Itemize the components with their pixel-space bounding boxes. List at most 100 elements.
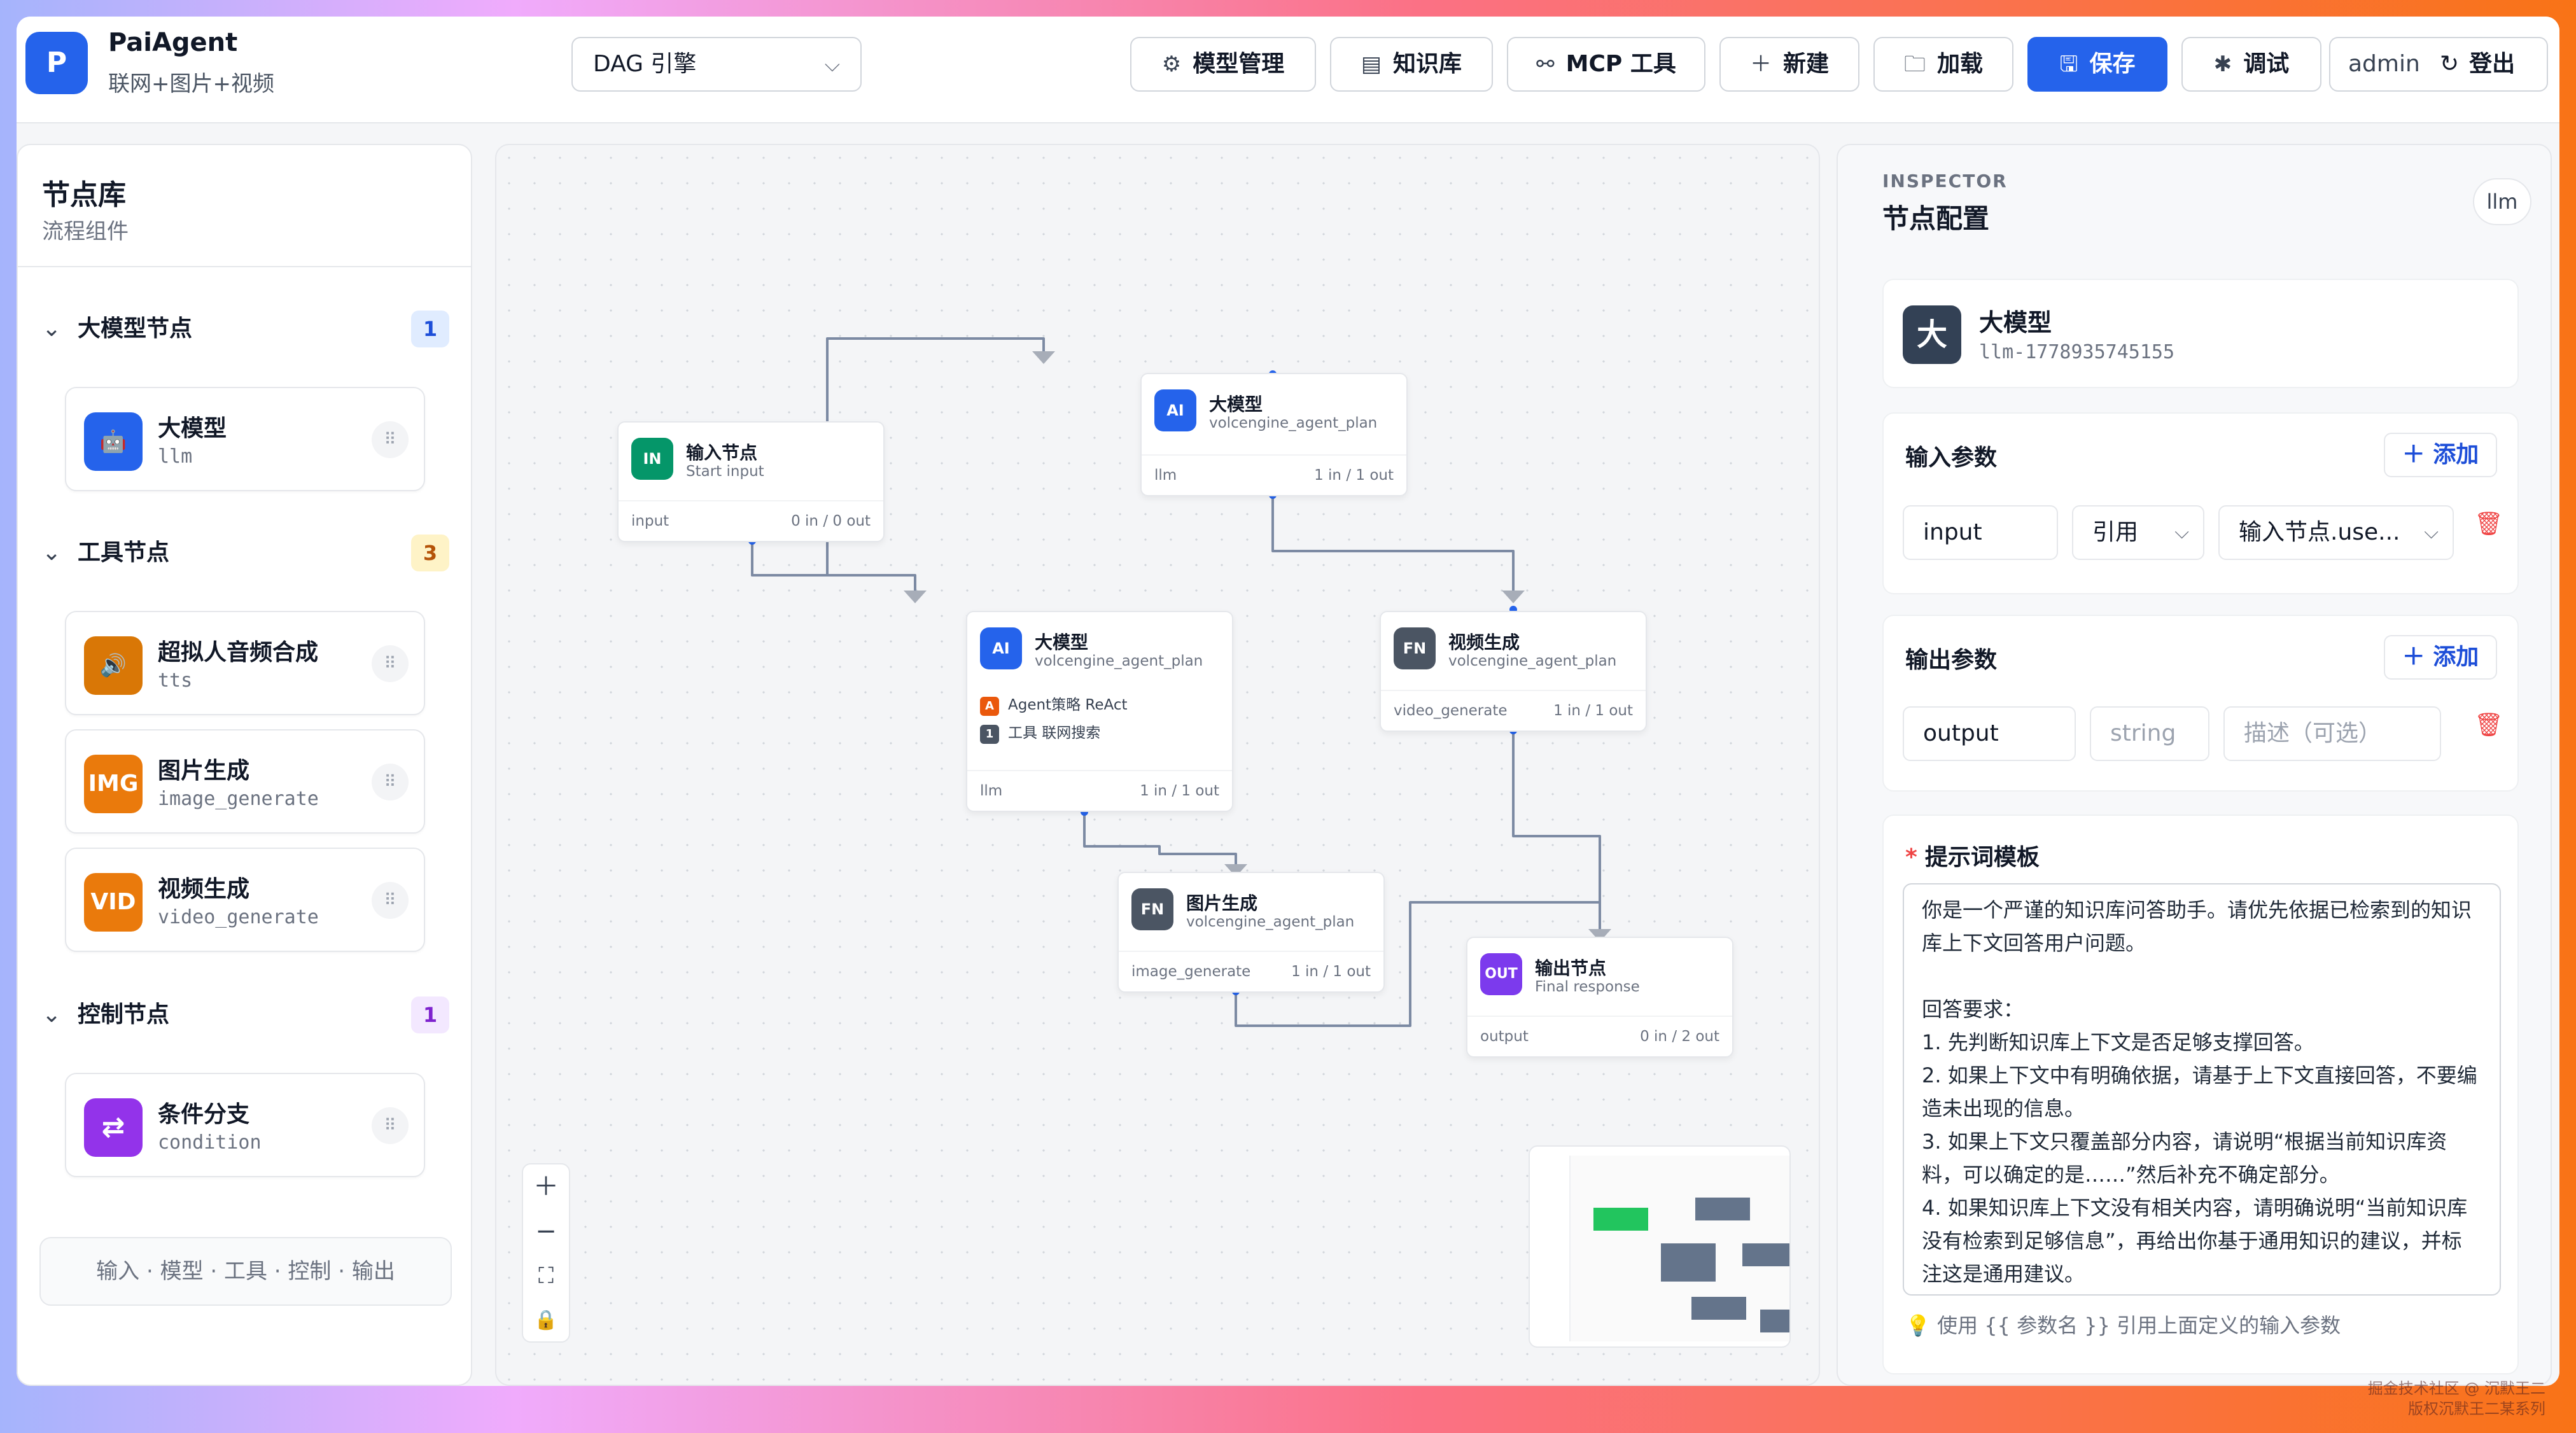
node-subtitle: volcengine_agent_plan	[1448, 653, 1617, 669]
node-output[interactable]: OUT 输出节点 Final response output 0 in / 2 …	[1466, 937, 1733, 1058]
node-name: 大模型	[1979, 309, 2052, 337]
item-type: condition	[158, 1131, 262, 1154]
node-llm-1[interactable]: AI 大模型 volcengine_agent_plan llm 1 in / …	[1140, 373, 1408, 496]
node-subtitle: volcengine_agent_plan	[1035, 653, 1203, 669]
robot-icon: 🤖	[84, 412, 143, 471]
add-input-button[interactable]: ＋ 添加	[2384, 433, 2497, 477]
delete-input-icon[interactable]: 🗑	[2474, 510, 2503, 537]
drag-handle-icon[interactable]: ⠿	[372, 1107, 409, 1144]
speaker-icon: 🔊	[84, 636, 143, 695]
video-icon: VID	[84, 873, 143, 932]
minimap[interactable]	[1529, 1145, 1791, 1348]
drag-handle-icon[interactable]: ⠿	[372, 764, 409, 800]
app-subtitle: 联网+图片+视频	[108, 71, 274, 97]
logout-label: 登出	[2469, 51, 2516, 77]
node-io: 1 in / 1 out	[1553, 703, 1633, 719]
zoom-in-icon[interactable]: ＋	[523, 1164, 569, 1209]
watermark-line-2: 版权沉默王二某系列	[2408, 1400, 2545, 1418]
library-item-image[interactable]: IMG 图片生成 image_generate ⠿	[65, 729, 425, 834]
mcp-tools-label: MCP 工具	[1565, 51, 1676, 77]
logout-button[interactable]: ↻ 登出	[2440, 38, 2515, 90]
node-type-tag: llm	[2473, 178, 2531, 225]
add-output-button[interactable]: ＋ 添加	[2384, 635, 2497, 680]
node-type: input	[631, 513, 669, 529]
input-param-ref-select[interactable]: 输入节点.use... ⌵	[2218, 505, 2454, 560]
input-param-mode-select[interactable]: 引用 ⌵	[2072, 505, 2204, 560]
node-subtitle: volcengine_agent_plan	[1209, 415, 1378, 431]
knowledge-base-button[interactable]: ▤ 知识库	[1330, 37, 1493, 92]
minimap-node	[1695, 1198, 1750, 1220]
node-type: output	[1480, 1028, 1529, 1045]
prompt-textarea[interactable]: 你是一个严谨的知识库问答助手。请优先依据已检索到的知识库上下文回答用户问题。 回…	[1903, 883, 2501, 1296]
library-item-condition[interactable]: ⇄ 条件分支 condition ⠿	[65, 1073, 425, 1177]
delete-output-icon[interactable]: 🗑	[2474, 711, 2503, 738]
node-title: 大模型	[1209, 394, 1263, 415]
plus-icon: ＋	[1749, 52, 1772, 77]
mcp-tools-button[interactable]: ⚯ MCP 工具	[1507, 37, 1705, 92]
node-type: image_generate	[1131, 963, 1251, 980]
category-count: 1	[411, 311, 449, 347]
output-param-type[interactable]: string	[2090, 706, 2209, 761]
engine-select-value: DAG 引擎	[593, 51, 697, 77]
output-param-name[interactable]: output	[1903, 706, 2076, 761]
plus-icon: ＋	[2402, 442, 2433, 468]
library-item-video[interactable]: VID 视频生成 video_generate ⠿	[65, 848, 425, 952]
minimap-node	[1661, 1243, 1716, 1282]
node-io: 1 in / 1 out	[1314, 467, 1394, 484]
node-badge: IN	[631, 438, 673, 480]
node-library-panel: 节点库 流程组件 ⌄ 大模型节点 1 🤖 大模型 llm ⠿ ⌄ 工具节点 3 🔊 …	[17, 144, 472, 1386]
category-control[interactable]: ⌄ 控制节点 1	[42, 993, 449, 1037]
add-label: 添加	[2433, 442, 2479, 468]
category-label: 大模型节点	[78, 316, 193, 342]
debug-button[interactable]: ✱ 调试	[2181, 37, 2321, 92]
category-llm[interactable]: ⌄ 大模型节点 1	[42, 307, 449, 351]
item-name: 图片生成	[158, 758, 250, 784]
tool-mark: 1	[980, 725, 999, 744]
input-params-section: 输入参数 ＋ 添加 input 引用 ⌵ 输入节点.use... ⌵ 🗑	[1882, 412, 2519, 594]
category-count: 1	[411, 996, 449, 1033]
minimap-node	[1760, 1310, 1789, 1332]
inspector-title: 节点配置	[1882, 203, 1990, 234]
plug-icon: ⚯	[1536, 52, 1555, 77]
minimap-node	[1742, 1243, 1789, 1266]
top-header: P PaiAgent 联网+图片+视频 DAG 引擎 ⌵ ⚙ 模型管理 ▤ 知识库 …	[17, 17, 2559, 123]
lock-icon[interactable]: 🔒	[523, 1298, 569, 1343]
save-button[interactable]: 🖫 保存	[2027, 37, 2167, 92]
branch-icon: ⇄	[84, 1098, 143, 1157]
input-param-name[interactable]: input	[1903, 505, 2058, 560]
prompt-section: * 提示词模板 你是一个严谨的知识库问答助手。请优先依据已检索到的知识库上下文回答…	[1882, 814, 2519, 1374]
library-subtitle: 流程组件	[42, 219, 129, 244]
node-llm-2[interactable]: AI 大模型 volcengine_agent_plan A Agent策略 Re…	[966, 611, 1233, 812]
library-item-tts[interactable]: 🔊 超拟人音频合成 tts ⠿	[65, 611, 425, 715]
drag-handle-icon[interactable]: ⠿	[372, 645, 409, 682]
load-button[interactable]: 🗀 加载	[1873, 37, 2013, 92]
model-manage-button[interactable]: ⚙ 模型管理	[1130, 37, 1316, 92]
app-name: PaiAgent	[108, 28, 238, 57]
node-input[interactable]: IN 输入节点 Start input input 0 in / 0 out	[617, 421, 885, 542]
chevron-down-icon: ⌄	[42, 540, 62, 566]
item-type: image_generate	[158, 788, 319, 810]
drag-handle-icon[interactable]: ⠿	[372, 421, 409, 458]
node-type: llm	[1154, 467, 1177, 484]
item-name: 超拟人音频合成	[158, 640, 319, 666]
node-footer: input 0 in / 0 out	[619, 500, 883, 541]
new-button[interactable]: ＋ 新建	[1719, 37, 1859, 92]
zoom-out-icon[interactable]: −	[523, 1209, 569, 1254]
output-param-desc[interactable]: 描述（可选）	[2223, 706, 2441, 761]
item-type: llm	[158, 445, 193, 468]
add-label: 添加	[2433, 644, 2479, 670]
library-footer: 输入 · 模型 · 工具 · 控制 · 输出	[39, 1237, 452, 1306]
flow-canvas[interactable]: IN 输入节点 Start input input 0 in / 0 out A…	[495, 144, 1820, 1386]
fit-view-icon[interactable]: ⛶	[523, 1254, 569, 1298]
category-tools[interactable]: ⌄ 工具节点 3	[42, 531, 449, 575]
drag-handle-icon[interactable]: ⠿	[372, 882, 409, 919]
logout-icon: ↻	[2440, 51, 2460, 77]
library-item-llm[interactable]: 🤖 大模型 llm ⠿	[65, 387, 425, 491]
node-video-generate[interactable]: FN 视频生成 volcengine_agent_plan video_gene…	[1380, 611, 1647, 732]
node-summary-card: 大 大模型 llm-1778935745155	[1882, 279, 2519, 388]
node-io: 0 in / 0 out	[791, 513, 871, 529]
node-image-generate[interactable]: FN 图片生成 volcengine_agent_plan image_gene…	[1117, 872, 1385, 993]
node-badge: AI	[1154, 389, 1196, 431]
node-tool-row: 1 工具 联网搜索	[980, 720, 1100, 744]
engine-select[interactable]: DAG 引擎 ⌵	[571, 37, 862, 92]
